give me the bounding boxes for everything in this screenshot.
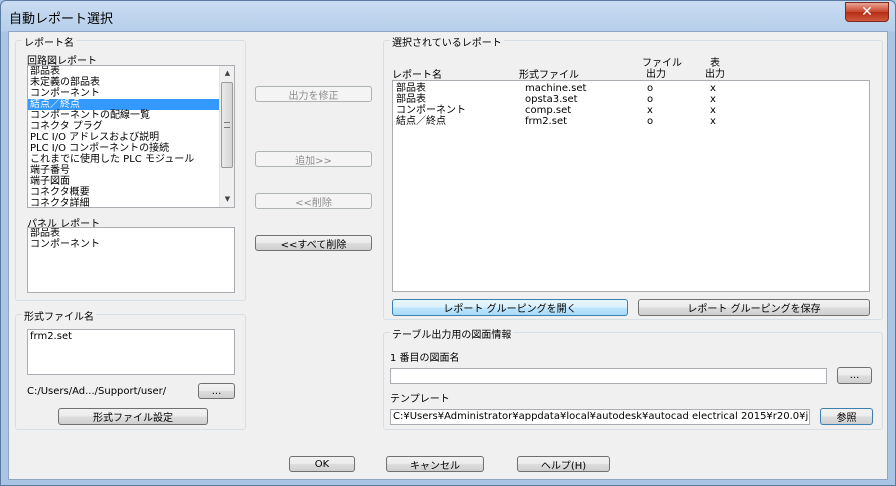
remove-all-button[interactable]: <<すべて削除 <box>255 235 372 251</box>
remove-button[interactable]: <<削除 <box>255 193 372 209</box>
list-item[interactable]: コネクタ プラグ <box>28 121 234 132</box>
list-item[interactable]: frm2.set <box>28 331 234 342</box>
circuit-report-list[interactable]: 部品表 未定義の部品表 コンポーネント 結点／終点 コンポーネントの配線一覧 コネクタ プ… <box>27 65 235 208</box>
format-file-items: frm2.set <box>28 330 234 342</box>
dialog-window: 自動レポート選択 ✕ レポート名 回路図レポート 部品表 未定義の部品表 コンポーネ… <box>0 0 896 486</box>
row-format: comp.set <box>525 105 572 116</box>
list-item[interactable]: コネクタ詳細 <box>28 198 234 207</box>
row-table: x <box>710 94 716 105</box>
row-file: o <box>647 116 654 127</box>
row-table: x <box>710 116 716 127</box>
drawing-name-field[interactable] <box>390 368 827 384</box>
panel-report-list[interactable]: 部品表 コンポーネント <box>27 227 235 293</box>
format-setup-button[interactable]: 形式ファイル設定 <box>58 408 208 425</box>
open-grouping-button[interactable]: レポート グルーピングを開く <box>392 299 628 316</box>
format-path: C:/Users/Ad.../Support/user/ <box>27 386 167 397</box>
list-item[interactable]: コネクタ概要 <box>28 187 234 198</box>
format-browse-button[interactable]: ... <box>198 383 235 399</box>
scroll-grip-icon <box>224 122 230 128</box>
circuit-report-items: 部品表 未定義の部品表 コンポーネント 結点／終点 コンポーネントの配線一覧 コネクタ プ… <box>28 66 234 207</box>
template-browse-button[interactable]: 参照 <box>820 408 873 425</box>
scroll-down-icon[interactable]: ▼ <box>220 192 234 207</box>
row-format: opsta3.set <box>525 94 578 105</box>
header-report-name: レポート名 <box>392 70 442 81</box>
ok-button[interactable]: OK <box>289 456 355 472</box>
save-grouping-button[interactable]: レポート グルーピングを保存 <box>638 299 870 316</box>
list-item[interactable]: 部品表 <box>28 228 234 239</box>
table-output-group-label: テーブル出力用の図面情報 <box>390 326 514 341</box>
row-file: o <box>647 94 654 105</box>
row-format: frm2.set <box>525 116 568 127</box>
edit-output-button[interactable]: 出力を修正 <box>255 86 372 102</box>
row-table: x <box>710 105 716 116</box>
panel-report-items: 部品表 コンポーネント <box>28 228 234 250</box>
add-button[interactable]: 追加>> <box>255 151 372 167</box>
table-row[interactable]: 結点／終点 frm2.set o x <box>393 116 869 127</box>
row-name: 結点／終点 <box>396 116 446 127</box>
list-item[interactable]: PLC I/O コンポーネントの接続 <box>28 143 234 154</box>
list-item[interactable]: コンポーネント <box>28 88 234 99</box>
header-format-file: 形式ファイル <box>519 70 579 81</box>
circuit-list-scrollbar[interactable]: ▲ ▼ <box>219 66 234 207</box>
list-item[interactable]: 結点／終点 <box>28 99 234 110</box>
list-item[interactable]: コンポーネントの配線一覧 <box>28 110 234 121</box>
row-name: 部品表 <box>396 83 426 94</box>
close-button[interactable]: ✕ <box>845 2 889 22</box>
row-name: コンポーネント <box>396 105 466 116</box>
row-file: x <box>647 105 653 116</box>
cancel-button[interactable]: キャンセル <box>386 456 484 472</box>
list-item[interactable]: 部品表 <box>28 66 234 77</box>
header-table-output-2: 出力 <box>705 69 725 80</box>
drawing-name-label: 1 番目の図面名 <box>390 353 460 364</box>
table-row[interactable]: コンポーネント comp.set x x <box>393 105 869 116</box>
format-file-list[interactable]: frm2.set <box>27 329 235 375</box>
close-icon: ✕ <box>861 4 873 20</box>
drawing-browse-button[interactable]: ... <box>837 367 872 384</box>
table-row[interactable]: 部品表 machine.set o x <box>393 83 869 94</box>
scroll-up-icon[interactable]: ▲ <box>220 66 234 81</box>
row-file: o <box>647 83 654 94</box>
dialog-client: レポート名 回路図レポート 部品表 未定義の部品表 コンポーネント 結点／終点 コンポー… <box>8 31 888 480</box>
list-item[interactable]: これまでに使用した PLC モジュール <box>28 154 234 165</box>
row-format: machine.set <box>525 83 587 94</box>
report-name-group-label: レポート名 <box>22 34 76 49</box>
format-file-group-label: 形式ファイル名 <box>22 308 96 323</box>
list-item[interactable]: コンポーネント <box>28 239 234 250</box>
table-row[interactable]: 部品表 opsta3.set o x <box>393 94 869 105</box>
row-name: 部品表 <box>396 94 426 105</box>
selected-reports-group-label: 選択されているレポート <box>390 34 504 49</box>
selected-reports-list[interactable]: 部品表 machine.set o x 部品表 opsta3.set o x コンポーネント co… <box>392 80 870 292</box>
row-table: x <box>710 83 716 94</box>
scroll-thumb[interactable] <box>221 82 233 168</box>
template-label: テンプレート <box>390 394 450 405</box>
window-title: 自動レポート選択 <box>9 12 114 27</box>
template-field[interactable]: C:¥Users¥Administrator¥appdata¥local¥aut… <box>390 409 810 425</box>
header-file-output-2: 出力 <box>646 69 666 80</box>
list-item[interactable]: 端子図面 <box>28 176 234 187</box>
list-item[interactable]: 未定義の部品表 <box>28 77 234 88</box>
title-bar[interactable]: 自動レポート選択 ✕ <box>1 1 895 31</box>
list-item[interactable]: PLC I/O アドレスおよび説明 <box>28 132 234 143</box>
list-item[interactable]: 端子番号 <box>28 165 234 176</box>
help-button[interactable]: ヘルプ(H) <box>517 456 610 472</box>
